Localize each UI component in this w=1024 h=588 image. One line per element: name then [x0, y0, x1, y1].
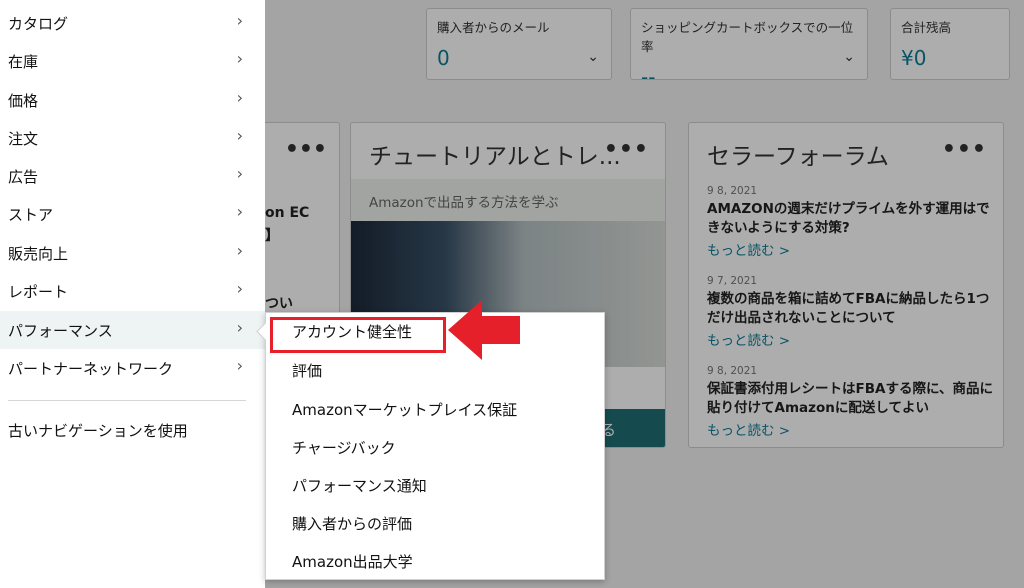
submenu-item-account-health[interactable]: アカウント健全性 [292, 321, 412, 342]
chevron-right-icon: › [236, 11, 243, 30]
nav-item-label: 注文 [8, 130, 39, 148]
nav-item-label: パフォーマンス [8, 322, 113, 340]
nav-item-catalog[interactable]: カタログ › [0, 4, 265, 42]
chevron-right-icon: › [236, 279, 243, 298]
nav-item-label: パートナーネットワーク [8, 360, 174, 378]
performance-submenu: アカウント健全性 評価 Amazonマーケットプレイス保証 チャージバック パフ… [265, 312, 605, 580]
nav-item-label: 価格 [8, 92, 39, 110]
nav-item-label: ストア [8, 206, 54, 224]
submenu-item-a-to-z-guarantee[interactable]: Amazonマーケットプレイス保証 [292, 399, 517, 420]
nav-item-label: 広告 [8, 168, 39, 186]
chevron-right-icon: › [236, 164, 243, 183]
nav-item-label: レポート [8, 283, 69, 301]
nav-item-label: 販売向上 [8, 245, 69, 263]
submenu-item-performance-notifications[interactable]: パフォーマンス通知 [292, 475, 427, 496]
chevron-right-icon: › [236, 88, 243, 107]
chevron-right-icon: › [236, 356, 243, 375]
nav-item-advertising[interactable]: 広告 › [0, 157, 265, 195]
chevron-right-icon: › [236, 202, 243, 221]
nav-item-orders[interactable]: 注文 › [0, 119, 265, 157]
nav-item-partner-network[interactable]: パートナーネットワーク › [0, 349, 265, 387]
red-arrow-icon [448, 300, 520, 360]
nav-item-label: 在庫 [8, 53, 39, 71]
chevron-right-icon: › [236, 49, 243, 68]
nav-item-inventory[interactable]: 在庫 › [0, 42, 265, 80]
submenu-item-chargeback[interactable]: チャージバック [292, 437, 396, 458]
nav-item-reports[interactable]: レポート › [0, 272, 265, 310]
nav-item-growth[interactable]: 販売向上 › [0, 234, 265, 272]
chevron-right-icon: › [236, 318, 243, 337]
submenu-item-seller-university[interactable]: Amazon出品大学 [292, 551, 413, 572]
nav-item-stores[interactable]: ストア › [0, 195, 265, 233]
chevron-right-icon: › [236, 241, 243, 260]
nav-item-pricing[interactable]: 価格 › [0, 81, 265, 119]
chevron-right-icon: › [236, 126, 243, 145]
submenu-item-feedback[interactable]: 評価 [292, 360, 322, 381]
use-legacy-navigation-link[interactable]: 古いナビゲーションを使用 [8, 420, 188, 441]
nav-item-performance[interactable]: パフォーマンス › [0, 311, 265, 349]
nav-divider [8, 400, 246, 401]
submenu-item-buyer-feedback[interactable]: 購入者からの評価 [292, 513, 412, 534]
nav-item-label: カタログ [8, 15, 69, 33]
main-navigation: カタログ › 在庫 › 価格 › 注文 › 広告 › ストア › 販売向上 › … [0, 0, 265, 588]
